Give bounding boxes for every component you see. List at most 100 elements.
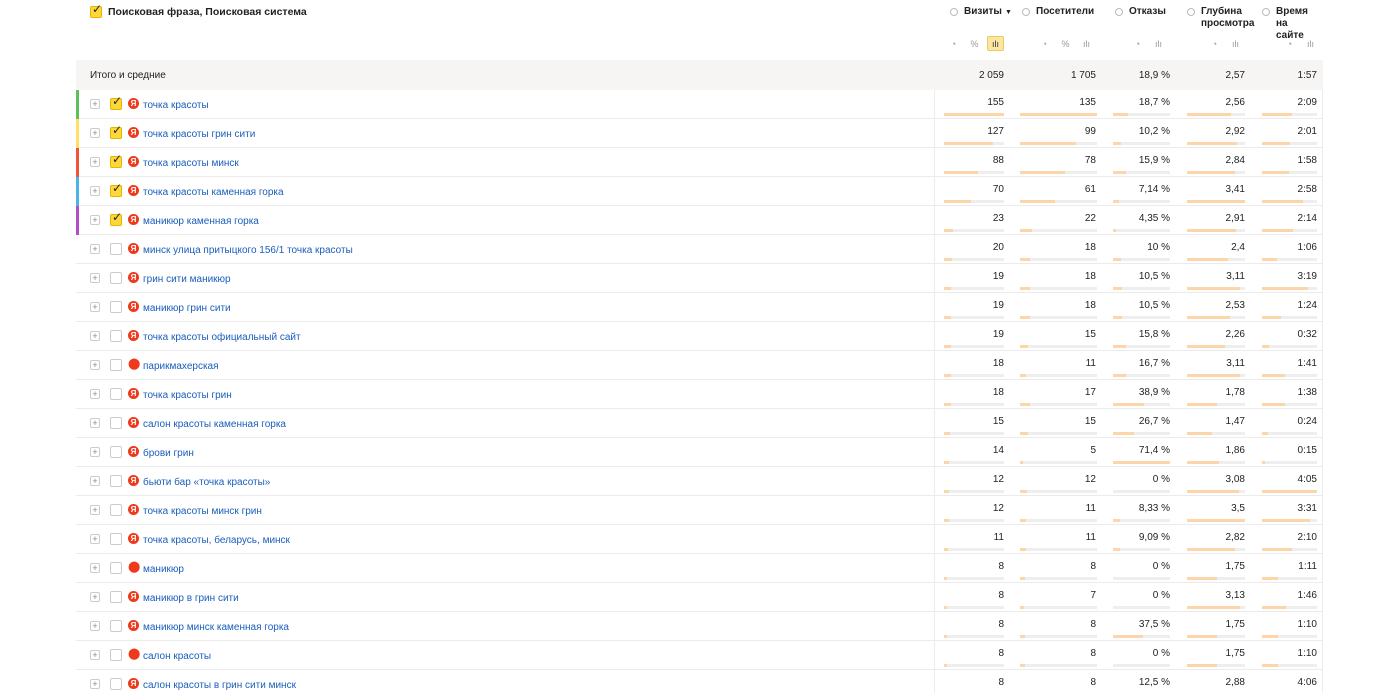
search-phrase-link[interactable]: точка красоты, беларусь, минск bbox=[143, 535, 290, 546]
expand-icon[interactable]: + bbox=[90, 389, 100, 399]
table-row[interactable]: + ✓ Яточка красоты 155 135 18,7 % 2,56 2:09 bbox=[76, 90, 1323, 119]
table-row[interactable]: + Ясалон красоты в грин сити минск 8 8 12,5 … bbox=[76, 670, 1323, 693]
row-checkbox[interactable]: ✓ bbox=[110, 181, 122, 197]
header-checkbox[interactable]: ✓ bbox=[90, 2, 102, 18]
expand-icon[interactable]: + bbox=[90, 679, 100, 689]
row-checkbox[interactable] bbox=[110, 649, 122, 661]
table-row[interactable]: + Яманикюр минск каменная горка 8 8 37,5 % 1,… bbox=[76, 612, 1323, 641]
expand-icon[interactable]: + bbox=[90, 418, 100, 428]
bar-chart-icon[interactable]: ılı bbox=[1078, 36, 1095, 51]
table-row[interactable]: + Яманикюр грин сити 19 18 10,5 % 2,53 1:24 bbox=[76, 293, 1323, 322]
metric-radio[interactable] bbox=[1022, 8, 1030, 16]
expand-icon[interactable]: + bbox=[90, 302, 100, 312]
search-phrase-link[interactable]: точка красоты каменная горка bbox=[143, 187, 284, 198]
search-phrase-link[interactable]: точка красоты bbox=[143, 100, 209, 111]
table-row[interactable]: + ⬤ салон красоты 8 8 0 % 1,75 1:10 bbox=[76, 641, 1323, 670]
row-checkbox[interactable] bbox=[110, 388, 122, 400]
pie-chart-icon[interactable]: ◔ bbox=[1281, 36, 1298, 51]
expand-icon[interactable]: + bbox=[90, 99, 100, 109]
percent-icon[interactable]: % bbox=[966, 36, 983, 51]
search-phrase-link[interactable]: точка красоты минск грин bbox=[143, 506, 262, 517]
search-phrase-link[interactable]: брови грин bbox=[143, 448, 194, 459]
search-phrase-link[interactable]: точка красоты официальный сайт bbox=[143, 332, 301, 343]
search-phrase-link[interactable]: маникюр в грин сити bbox=[143, 593, 239, 604]
row-checkbox[interactable] bbox=[110, 359, 122, 371]
pie-chart-icon[interactable]: ◔ bbox=[1129, 36, 1146, 51]
row-checkbox[interactable] bbox=[110, 678, 122, 690]
search-phrase-link[interactable]: грин сити маникюр bbox=[143, 274, 231, 285]
row-checkbox[interactable]: ✓ bbox=[110, 94, 122, 110]
row-checkbox[interactable] bbox=[110, 620, 122, 632]
search-phrase-link[interactable]: маникюр каменная горка bbox=[143, 216, 259, 227]
expand-icon[interactable]: + bbox=[90, 360, 100, 370]
expand-icon[interactable]: + bbox=[90, 476, 100, 486]
table-row[interactable]: + Яминск улица притыцкого 156/1 точка кра… bbox=[76, 235, 1323, 264]
search-phrase-link[interactable]: салон красоты в грин сити минск bbox=[143, 680, 296, 691]
search-phrase-link[interactable]: точка красоты минск bbox=[143, 158, 239, 169]
table-row[interactable]: + Яточка красоты минск грин 12 11 8,33 % 3,5 3… bbox=[76, 496, 1323, 525]
table-row[interactable]: + Яточка красоты грин 18 17 38,9 % 1,78 1:38 bbox=[76, 380, 1323, 409]
row-checkbox[interactable]: ✓ bbox=[110, 210, 122, 226]
expand-icon[interactable]: + bbox=[90, 215, 100, 225]
metric-header-depth[interactable]: Глубина просмотра ◔ ılı bbox=[1187, 0, 1257, 60]
table-row[interactable]: + ⬤ маникюр 8 8 0 % 1,75 1:11 bbox=[76, 554, 1323, 583]
row-checkbox[interactable] bbox=[110, 417, 122, 429]
table-row[interactable]: + Яточка красоты официальный сайт 19 15 15,8… bbox=[76, 322, 1323, 351]
search-phrase-link[interactable]: маникюр минск каменная горка bbox=[143, 622, 289, 633]
expand-icon[interactable]: + bbox=[90, 563, 100, 573]
metric-radio[interactable] bbox=[950, 8, 958, 16]
search-phrase-link[interactable]: бьюти бар «точка красоты» bbox=[143, 477, 270, 488]
row-checkbox[interactable] bbox=[110, 446, 122, 458]
metric-header-visits[interactable]: Визиты ▼ ◔ % ılı bbox=[950, 0, 1028, 60]
row-checkbox[interactable]: ✓ bbox=[110, 152, 122, 168]
bar-chart-icon[interactable]: ılı bbox=[1227, 36, 1244, 51]
expand-icon[interactable]: + bbox=[90, 128, 100, 138]
table-row[interactable]: + Яточка красоты, беларусь, минск 11 11 9,09… bbox=[76, 525, 1323, 554]
table-row[interactable]: + ✓ Яманикюр каменная горка 23 22 4,35 % 2,91 2… bbox=[76, 206, 1323, 235]
row-checkbox[interactable] bbox=[110, 504, 122, 516]
search-phrase-link[interactable]: маникюр грин сити bbox=[143, 303, 231, 314]
row-checkbox[interactable] bbox=[110, 533, 122, 545]
metric-radio[interactable] bbox=[1115, 8, 1123, 16]
row-checkbox[interactable] bbox=[110, 562, 122, 574]
table-row[interactable]: + ✓ Яточка красоты каменная горка 70 61 7,14 … bbox=[76, 177, 1323, 206]
metric-header-time[interactable]: Время на сайте ◔ ılı bbox=[1262, 0, 1322, 60]
row-checkbox[interactable] bbox=[110, 272, 122, 284]
row-checkbox[interactable] bbox=[110, 243, 122, 255]
bar-chart-icon[interactable]: ılı bbox=[1150, 36, 1167, 51]
expand-icon[interactable]: + bbox=[90, 273, 100, 283]
pie-chart-icon[interactable]: ◔ bbox=[1206, 36, 1223, 51]
row-checkbox[interactable] bbox=[110, 591, 122, 603]
search-phrase-link[interactable]: точка красоты грин сити bbox=[143, 129, 255, 140]
row-checkbox[interactable] bbox=[110, 475, 122, 487]
search-phrase-link[interactable]: салон красоты bbox=[143, 651, 211, 662]
metric-radio[interactable] bbox=[1262, 8, 1270, 16]
table-row[interactable]: + Ясалон красоты каменная горка 15 15 26,7 %… bbox=[76, 409, 1323, 438]
expand-icon[interactable]: + bbox=[90, 650, 100, 660]
bar-chart-icon[interactable]: ılı bbox=[987, 36, 1004, 51]
table-row[interactable]: + ⬤ парикмахерская 18 11 16,7 % 3,11 1:41 bbox=[76, 351, 1323, 380]
table-row[interactable]: + ✓ Яточка красоты грин сити 127 99 10,2 % 2,9… bbox=[76, 119, 1323, 148]
pie-chart-icon[interactable]: ◔ bbox=[945, 36, 962, 51]
search-phrase-link[interactable]: маникюр bbox=[143, 564, 184, 575]
expand-icon[interactable]: + bbox=[90, 621, 100, 631]
table-row[interactable]: + Яманикюр в грин сити 8 7 0 % 3,13 1:46 bbox=[76, 583, 1323, 612]
expand-icon[interactable]: + bbox=[90, 592, 100, 602]
search-phrase-link[interactable]: парикмахерская bbox=[143, 361, 219, 372]
sort-arrow-icon[interactable]: ▼ bbox=[1005, 9, 1012, 16]
table-row[interactable]: + Ябьюти бар «точка красоты» 12 12 0 % 3,08 4:… bbox=[76, 467, 1323, 496]
expand-icon[interactable]: + bbox=[90, 505, 100, 515]
row-checkbox[interactable] bbox=[110, 330, 122, 342]
bar-chart-icon[interactable]: ılı bbox=[1302, 36, 1319, 51]
row-checkbox[interactable] bbox=[110, 301, 122, 313]
metric-header-visitors[interactable]: Посетители ◔ % ılı bbox=[1022, 0, 1107, 60]
expand-icon[interactable]: + bbox=[90, 447, 100, 457]
table-row[interactable]: + Ягрин сити маникюр 19 18 10,5 % 3,11 3:19 bbox=[76, 264, 1323, 293]
search-phrase-link[interactable]: точка красоты грин bbox=[143, 390, 232, 401]
dimension-header[interactable]: ✓ Поисковая фраза, Поисковая система bbox=[90, 2, 307, 18]
expand-icon[interactable]: + bbox=[90, 331, 100, 341]
expand-icon[interactable]: + bbox=[90, 534, 100, 544]
metric-radio[interactable] bbox=[1187, 8, 1195, 16]
expand-icon[interactable]: + bbox=[90, 186, 100, 196]
expand-icon[interactable]: + bbox=[90, 244, 100, 254]
